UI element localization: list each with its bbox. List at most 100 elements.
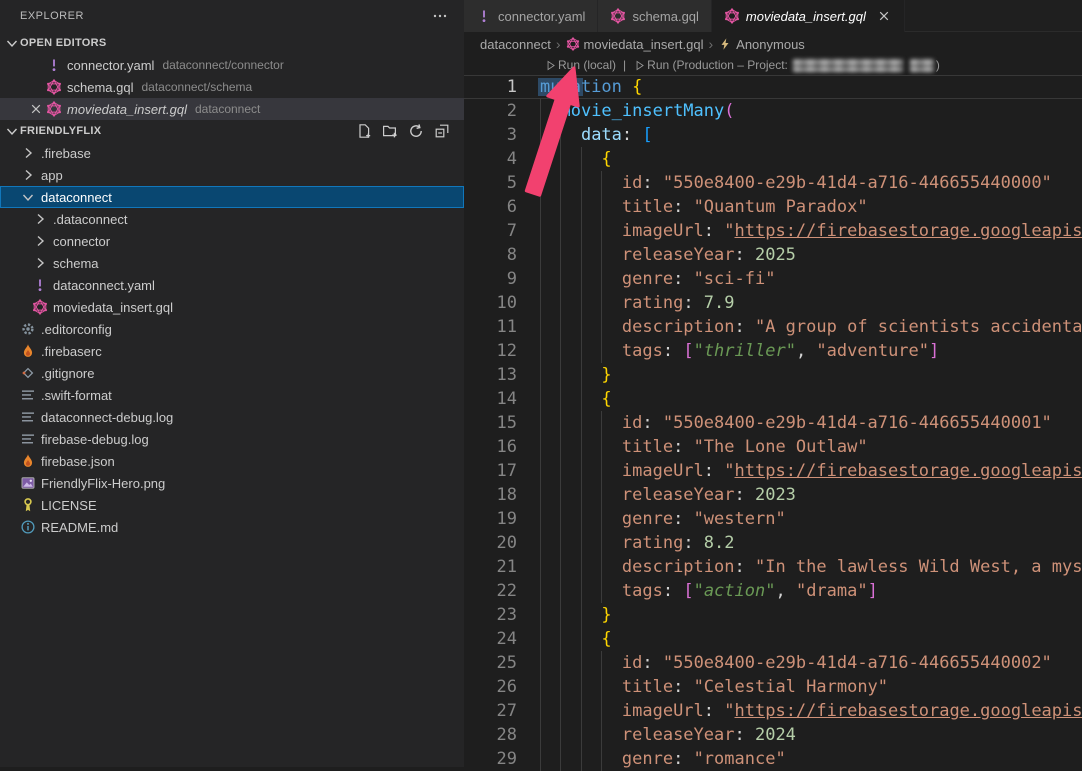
breadcrumb-segment-file[interactable]: moviedata_insert.gql [584,37,704,52]
code-line-text: genre: "western" [540,507,786,531]
code-line-19[interactable]: 19 genre: "western" [464,507,1082,531]
code-line-9[interactable]: 9 genre: "sci-fi" [464,267,1082,291]
indent-spaces [540,461,622,481]
token: "A group of scientists accidentally [755,317,1082,337]
code-line-21[interactable]: 21 description: "In the lawless Wild Wes… [464,555,1082,579]
more-actions-button[interactable] [430,6,450,26]
refresh-button[interactable] [406,121,426,141]
tab-close-button[interactable] [876,8,892,24]
project-section-header[interactable]: FRIENDLYFLIX [0,120,464,142]
code-line-26[interactable]: 26 title: "Celestial Harmony" [464,675,1082,699]
close-icon [876,8,892,24]
breadcrumb-segment-dataconnect[interactable]: dataconnect [480,37,551,52]
run-production-link[interactable]: Run (Production – Project: [633,58,788,72]
line-number: 12 [464,339,517,363]
tab-connector.yaml[interactable]: connector.yaml [464,0,598,32]
code-line-20[interactable]: 20 rating: 8.2 [464,531,1082,555]
indent-spaces [540,581,622,601]
code-line-text: genre: "romance" [540,747,786,771]
code-line-2[interactable]: 2 movie_insertMany( [464,99,1082,123]
line-number: 14 [464,387,517,411]
tree-item-firebase.json[interactable]: firebase.json [0,450,464,472]
code-line-8[interactable]: 8 releaseYear: 2025 [464,243,1082,267]
token: genre [622,269,673,289]
open-editor-connector.yaml[interactable]: connector.yamldataconnect/connector [0,54,464,76]
close-button[interactable] [26,101,46,117]
code-line-29[interactable]: 29 genre: "romance" [464,747,1082,771]
open-editor-schema.gql[interactable]: schema.gqldataconnect/schema [0,76,464,98]
code-line-6[interactable]: 6 title: "Quantum Paradox" [464,195,1082,219]
new-folder-button[interactable] [380,121,400,141]
code-line-4[interactable]: 4 { [464,147,1082,171]
code-line-23[interactable]: 23 } [464,603,1082,627]
code-line-1[interactable]: 1mutation { [464,75,1082,99]
code-line-28[interactable]: 28 releaseYear: 2024 [464,723,1082,747]
line-number: 15 [464,411,517,435]
tree-item-firebase-debug.log[interactable]: firebase-debug.log [0,428,464,450]
tree-item-dataconnect[interactable]: dataconnect [0,186,464,208]
code-line-text: title: "Celestial Harmony" [540,675,888,699]
code-line-24[interactable]: 24 { [464,627,1082,651]
code-line-13[interactable]: 13 } [464,363,1082,387]
tree-item-LICENSE[interactable]: LICENSE [0,494,464,516]
tree-item-connector[interactable]: connector [0,230,464,252]
code-line-22[interactable]: 22 tags: ["action", "drama"] [464,579,1082,603]
new-file-button[interactable] [354,121,374,141]
breadcrumb-separator-icon: › [556,36,561,52]
collapse-all-button[interactable] [432,121,452,141]
indent-spaces [540,653,622,673]
tree-item-FriendlyFlix-Hero.png[interactable]: FriendlyFlix-Hero.png [0,472,464,494]
tree-item-README.md[interactable]: README.md [0,516,464,538]
open-editor-moviedata_insert.gql[interactable]: moviedata_insert.gqldataconnect [0,98,464,120]
code-line-18[interactable]: 18 releaseYear: 2023 [464,483,1082,507]
token: [ [683,581,693,601]
code-line-27[interactable]: 27 imageUrl: "https://firebasestorage.go… [464,699,1082,723]
code-line-11[interactable]: 11 description: "A group of scientists a… [464,315,1082,339]
code-line-10[interactable]: 10 rating: 7.9 [464,291,1082,315]
line-number: 7 [464,219,517,243]
tree-item-dataconnect.yaml[interactable]: dataconnect.yaml [0,274,464,296]
tree-item-.dataconnect[interactable]: .dataconnect [0,208,464,230]
tree-item-app[interactable]: app [0,164,464,186]
tree-item-.gitignore[interactable]: .gitignore [0,362,464,384]
line-number: 19 [464,507,517,531]
explorer-title: EXPLORER [20,10,430,22]
code-line-17[interactable]: 17 imageUrl: "https://firebasestorage.go… [464,459,1082,483]
tree-item-dataconnect-debug.log[interactable]: dataconnect-debug.log [0,406,464,428]
file-label: moviedata_insert.gql [53,300,173,315]
token: id [622,413,642,433]
code-line-3[interactable]: 3 data: [ [464,123,1082,147]
tree-item-.swift-format[interactable]: .swift-format [0,384,464,406]
token: id [622,653,642,673]
tree-item-.firebaserc[interactable]: .firebaserc [0,340,464,362]
tree-item-moviedata_insert.gql[interactable]: moviedata_insert.gql [0,296,464,318]
graphql-icon [724,8,740,24]
codelens-suffix: ) [936,58,940,72]
tab-schema.gql[interactable]: schema.gql [598,0,711,32]
token: "550e8400-e29b-41d4-a716-446655440001" [663,413,1052,433]
code-line-text: movie_insertMany( [540,99,735,123]
tree-item-schema[interactable]: schema [0,252,464,274]
codelens-divider: | [623,58,626,72]
code-line-text: releaseYear: 2025 [540,243,796,267]
code-line-25[interactable]: 25 id: "550e8400-e29b-41d4-a716-44665544… [464,651,1082,675]
code-editor[interactable]: 1mutation {2 movie_insertMany(3 data: [4… [464,75,1082,767]
new-folder-icon [382,123,398,139]
token: } [601,605,611,625]
token: genre [622,509,673,529]
tab-moviedata_insert.gql[interactable]: moviedata_insert.gql [712,0,905,32]
code-line-15[interactable]: 15 id: "550e8400-e29b-41d4-a716-44665544… [464,411,1082,435]
code-line-5[interactable]: 5 id: "550e8400-e29b-41d4-a716-446655440… [464,171,1082,195]
tree-item-.firebase[interactable]: .firebase [0,142,464,164]
breadcrumb-segment-symbol[interactable]: Anonymous [736,37,805,52]
code-line-7[interactable]: 7 imageUrl: "https://firebasestorage.goo… [464,219,1082,243]
code-line-16[interactable]: 16 title: "The Lone Outlaw" [464,435,1082,459]
code-line-14[interactable]: 14 { [464,387,1082,411]
code-line-12[interactable]: 12 tags: ["thriller", "adventure"] [464,339,1082,363]
folder-label: .dataconnect [53,212,127,227]
token: ] [929,341,939,361]
token: "Quantum Paradox" [694,197,868,217]
run-local-link[interactable]: Run (local) [544,58,616,72]
tree-item-.editorconfig[interactable]: .editorconfig [0,318,464,340]
open-editors-section-header[interactable]: OPEN EDITORS [0,32,464,54]
